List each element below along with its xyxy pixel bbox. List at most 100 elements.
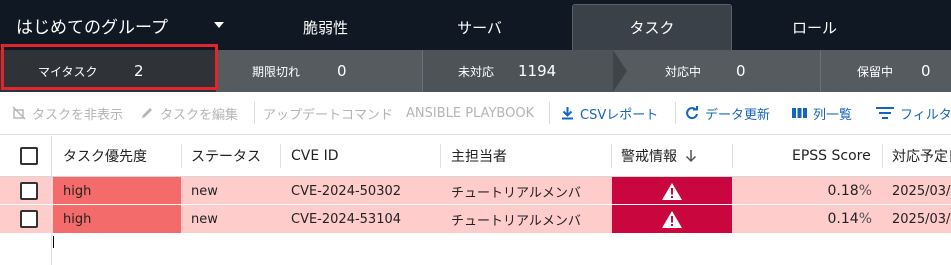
column-divider: [280, 144, 281, 168]
due-date-cell: 2025/03/2: [892, 205, 951, 233]
warning-icon: [662, 210, 682, 228]
status-arrow: [613, 50, 627, 92]
group-name: はじめてのグループ: [16, 17, 168, 38]
edit-task-button[interactable]: タスクを編集: [140, 92, 238, 134]
assignee-cell: チュートリアルメンバ: [451, 205, 609, 233]
download-icon: [562, 107, 573, 120]
csv-report-button[interactable]: CSVレポート: [561, 92, 658, 134]
header-label: ステータス: [191, 149, 261, 165]
cve-id-cell[interactable]: CVE-2024-53104: [291, 205, 401, 233]
priority-value: high: [63, 183, 92, 199]
toolbar-divider: [254, 102, 255, 124]
header-assignee[interactable]: 主担当者: [451, 136, 507, 176]
status-value: new: [191, 211, 218, 227]
status-overdue[interactable]: 期限切れ 0: [216, 50, 422, 92]
update-command-button[interactable]: アップデートコマンド: [263, 92, 393, 134]
table-row[interactable]: high new CVE-2024-50302 チュートリアルメンバ 0.18%…: [0, 177, 951, 205]
assignee-value: チュートリアルメンバ: [451, 213, 581, 229]
status-count: 2: [134, 62, 144, 80]
column-divider: [611, 144, 612, 168]
refresh-button[interactable]: データ更新: [685, 92, 770, 134]
status-label: 保留中: [857, 64, 894, 79]
priority-cell: high: [53, 177, 181, 205]
task-status-bar: マイタスク 2 期限切れ 0 未対応 1194 対応中 0 保留中 0: [0, 50, 951, 92]
header-epss-score[interactable]: EPSS Score: [792, 136, 871, 176]
tab-label: ロール: [791, 18, 837, 37]
filter-label: フィルタ: [900, 107, 951, 123]
cve-id-cell[interactable]: CVE-2024-50302: [291, 177, 401, 205]
row-checkbox[interactable]: [20, 210, 38, 228]
header-alert[interactable]: 警戒情報: [621, 136, 697, 176]
header-label: 警戒情報: [621, 149, 677, 165]
status-on-hold[interactable]: 保留中 0: [821, 50, 951, 92]
cve-id-value: CVE-2024-53104: [291, 211, 402, 227]
due-date-value: 2025/03/2: [892, 183, 951, 199]
hide-task-button[interactable]: タスクを非表示: [12, 92, 123, 134]
column-list-label: 列一覧: [813, 107, 853, 123]
row-checkbox[interactable]: [20, 182, 38, 200]
column-divider: [732, 144, 733, 168]
columns-icon: [792, 108, 807, 118]
table-row[interactable]: high new CVE-2024-53104 チュートリアルメンバ 0.14%…: [0, 205, 951, 233]
priority-value: high: [63, 211, 92, 227]
column-divider: [181, 144, 182, 168]
epss-percent: %: [858, 183, 872, 199]
due-date-cell: 2025/03/2: [892, 177, 951, 205]
status-label: 対応中: [665, 64, 702, 79]
ansible-playbook-button[interactable]: ANSIBLE PLAYBOOK: [406, 92, 534, 134]
due-date-value: 2025/03/2: [892, 211, 951, 227]
warning-icon: [662, 182, 682, 200]
task-toolbar: タスクを非表示 タスクを編集 アップデートコマンド ANSIBLE PLAYBO…: [0, 92, 951, 135]
header-status[interactable]: ステータス: [191, 136, 261, 176]
refresh-icon: [686, 106, 698, 120]
update-command-label: アップデートコマンド: [263, 107, 394, 123]
status-label: 未対応: [458, 64, 495, 79]
status-value: new: [191, 183, 218, 199]
checkbox-column-divider: [51, 136, 52, 265]
header-label: 主担当者: [451, 149, 507, 165]
tab-roles[interactable]: ロール: [732, 4, 897, 50]
status-in-progress[interactable]: 対応中 0: [630, 50, 820, 92]
header-priority[interactable]: タスク優先度: [63, 136, 147, 176]
epss-percent: %: [858, 211, 872, 227]
tab-servers[interactable]: サーバ: [387, 4, 572, 50]
tab-tasks[interactable]: タスク: [572, 4, 732, 50]
edit-task-label: タスクを編集: [160, 107, 239, 123]
refresh-label: データ更新: [705, 107, 771, 123]
column-divider: [882, 144, 883, 168]
eye-off-icon: [12, 106, 26, 120]
status-unhandled[interactable]: 未対応 1194: [423, 50, 613, 92]
group-selector[interactable]: はじめてのグループ: [0, 0, 233, 50]
status-count: 0: [921, 62, 931, 80]
filter-button[interactable]: フィルタ: [876, 92, 951, 134]
epss-value: 0.14: [827, 211, 859, 227]
status-count: 0: [337, 62, 347, 80]
filter-icon: [876, 107, 894, 119]
priority-cell: high: [53, 205, 181, 233]
tab-label: 脆弱性: [302, 18, 348, 37]
status-label: マイタスク: [38, 64, 98, 79]
top-nav: はじめてのグループ 脆弱性 サーバ タスク ロール: [0, 0, 951, 50]
assignee-value: チュートリアルメンバ: [451, 185, 581, 201]
status-cell: new: [191, 177, 218, 205]
epss-cell: 0.14%: [760, 205, 872, 233]
column-list-button[interactable]: 列一覧: [792, 92, 852, 134]
hide-task-label: タスクを非表示: [32, 107, 124, 123]
select-all-checkbox[interactable]: [20, 147, 38, 165]
assignee-cell: チュートリアルメンバ: [451, 177, 609, 205]
cve-id-value: CVE-2024-50302: [291, 183, 402, 199]
toolbar-divider: [675, 102, 676, 124]
pencil-icon: [142, 108, 152, 118]
tab-label: タスク: [629, 19, 675, 37]
arrow-down-icon: [685, 150, 697, 163]
status-label: 期限切れ: [252, 64, 301, 79]
row-separator: [0, 204, 951, 205]
ansible-playbook-label: ANSIBLE PLAYBOOK: [406, 105, 535, 121]
header-cve-id[interactable]: CVE ID: [291, 136, 339, 176]
header-due-date[interactable]: 対応予定日: [892, 136, 951, 176]
status-my-tasks[interactable]: マイタスク 2: [0, 50, 216, 92]
csv-report-label: CSVレポート: [580, 107, 659, 123]
table-header: タスク優先度 ステータス CVE ID 主担当者 警戒情報 EPSS Score…: [0, 136, 951, 177]
epss-cell: 0.18%: [760, 177, 872, 205]
header-label: タスク優先度: [63, 149, 147, 165]
